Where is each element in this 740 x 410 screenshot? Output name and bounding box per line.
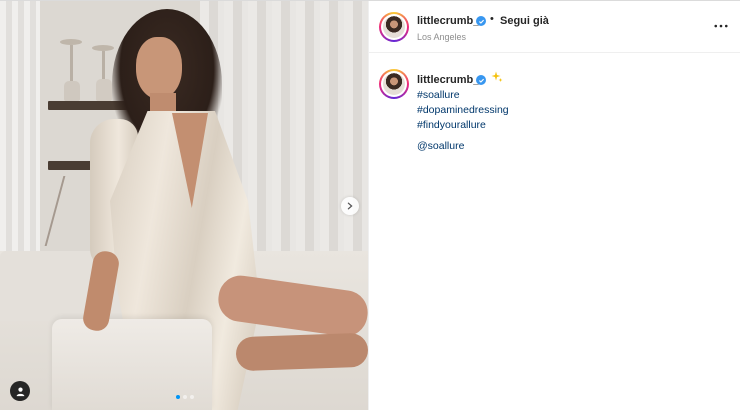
sparkles-icon — [491, 71, 503, 82]
more-options-button[interactable] — [711, 17, 731, 35]
post-details-panel: littlecrumb_ • Segui già Los Angeles lit… — [368, 1, 740, 410]
lamp-stem — [102, 51, 105, 81]
tagged-users-button[interactable] — [10, 381, 30, 401]
post-header: littlecrumb_ • Segui già Los Angeles — [369, 1, 740, 53]
more-horizontal-icon — [714, 24, 728, 28]
lamp-base — [96, 79, 112, 101]
carousel-dot — [176, 395, 180, 399]
profile-picture — [383, 73, 405, 95]
post-media-photo[interactable] — [0, 1, 368, 410]
profile-picture — [383, 16, 405, 38]
model-leg — [235, 332, 368, 372]
separator-dot: • — [490, 13, 494, 25]
verified-badge-icon — [476, 16, 486, 26]
hashtag-list: #soallure #dopaminedressing #findyourall… — [417, 88, 509, 133]
carousel-dot — [183, 395, 187, 399]
username-link[interactable]: littlecrumb_ — [417, 15, 479, 27]
hashtag-link[interactable]: #findyourallure — [417, 118, 509, 133]
post-dialog: littlecrumb_ • Segui già Los Angeles lit… — [0, 0, 740, 410]
caption-username-link[interactable]: littlecrumb_ — [417, 74, 479, 86]
carousel-dot — [190, 395, 194, 399]
lamp-stem — [70, 45, 73, 83]
carousel-indicator — [176, 395, 194, 399]
verified-badge-icon — [476, 75, 486, 85]
hashtag-link[interactable]: #dopaminedressing — [417, 103, 509, 118]
following-button[interactable]: Segui già — [500, 15, 549, 27]
model-face — [136, 37, 182, 99]
avatar[interactable] — [379, 12, 409, 42]
user-icon — [16, 387, 24, 396]
location-link[interactable]: Los Angeles — [417, 32, 466, 42]
hashtag-link[interactable]: #soallure — [417, 88, 509, 103]
chevron-right-icon — [347, 202, 353, 210]
mention-link[interactable]: @soallure — [417, 140, 464, 152]
next-slide-button[interactable] — [341, 197, 359, 215]
avatar[interactable] — [379, 69, 409, 99]
lamp-base — [64, 81, 80, 101]
